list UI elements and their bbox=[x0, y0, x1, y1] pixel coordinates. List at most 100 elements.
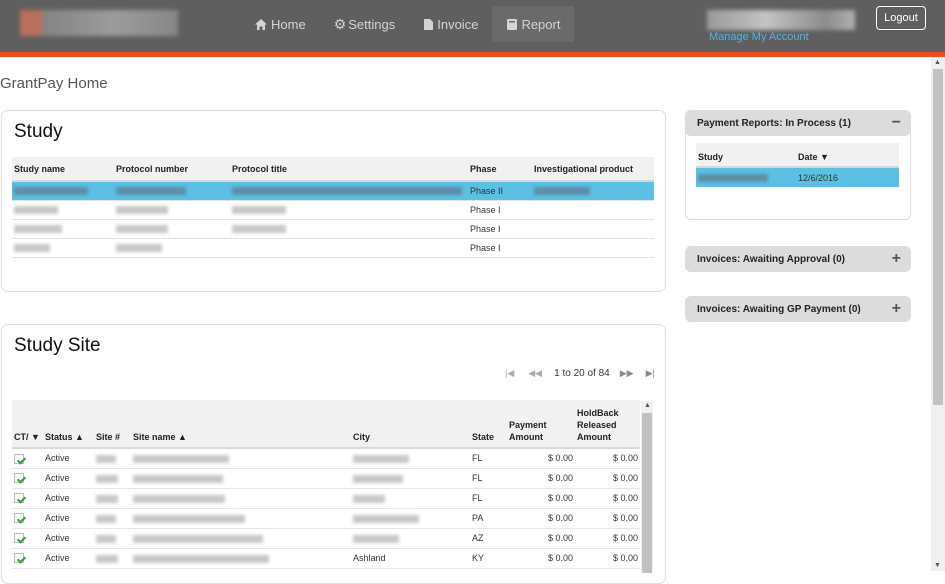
table-scrollbar-thumb[interactable] bbox=[642, 413, 652, 573]
state-cell: FL bbox=[472, 453, 483, 464]
checkmark-icon[interactable] bbox=[14, 553, 24, 564]
pager-text: 1 to 20 of 84 bbox=[554, 368, 610, 379]
city-cell: Ashland bbox=[353, 553, 386, 563]
home-icon bbox=[255, 18, 267, 30]
report-header-row: Study Date ▼ bbox=[696, 143, 899, 168]
scrollbar-thumb[interactable] bbox=[933, 69, 943, 405]
page-scrollbar[interactable]: ▲ ▼ bbox=[931, 57, 945, 571]
col-report-date[interactable]: Date ▼ bbox=[796, 143, 899, 168]
report-icon bbox=[507, 18, 518, 30]
holdback-cell: $ 0.00 bbox=[612, 533, 638, 543]
expand-icon[interactable]: + bbox=[892, 250, 901, 268]
table-row[interactable]: 12/6/2016 bbox=[696, 167, 899, 187]
payment-cell: $ 0.00 bbox=[547, 473, 573, 483]
document-icon bbox=[424, 18, 434, 30]
table-row[interactable]: Active AZ $ 0.00 $ 0.00 bbox=[12, 528, 640, 548]
site-header-row: CT/ ▼ Status ▲ Site # Site name ▲ City S… bbox=[12, 400, 640, 449]
brand-logo[interactable] bbox=[20, 10, 178, 36]
main-nav: Home ⚙ Settings Invoice Report bbox=[240, 6, 575, 42]
nav-report[interactable]: Report bbox=[492, 6, 575, 42]
status-cell: Active bbox=[45, 473, 70, 483]
phase-cell: Phase I bbox=[470, 204, 501, 215]
table-row[interactable]: Active FL $ 0.00 $ 0.00 bbox=[12, 468, 640, 488]
payment-cell: $ 0.00 bbox=[547, 493, 573, 503]
payment-cell: $ 0.00 bbox=[547, 513, 573, 523]
holdback-cell: $ 0.00 bbox=[612, 553, 638, 563]
checkmark-icon[interactable] bbox=[14, 453, 24, 464]
nav-settings-label: Settings bbox=[348, 16, 396, 32]
nav-report-label: Report bbox=[521, 16, 561, 32]
col-state[interactable]: State bbox=[470, 400, 507, 449]
nav-settings[interactable]: ⚙ Settings bbox=[320, 6, 410, 42]
holdback-cell: $ 0.00 bbox=[612, 453, 638, 464]
accent-bar bbox=[0, 52, 945, 57]
report-date-cell: 12/6/2016 bbox=[798, 172, 839, 183]
payment-reports-table: Study Date ▼ 12/6/2016 bbox=[696, 143, 899, 187]
table-row[interactable]: Active Ashland KY $ 0.00 $ 0.00 bbox=[12, 548, 640, 568]
status-cell: Active bbox=[45, 533, 70, 543]
status-cell: Active bbox=[45, 513, 70, 523]
col-study-name[interactable]: Study name bbox=[12, 157, 114, 182]
col-holdback-amount[interactable]: HoldBack Released Amount bbox=[575, 400, 640, 449]
table-row[interactable]: Phase I bbox=[12, 200, 654, 219]
payment-cell: $ 0.00 bbox=[547, 533, 573, 543]
scroll-up-icon[interactable]: ▲ bbox=[934, 59, 941, 66]
state-cell: PA bbox=[472, 513, 484, 523]
page-title: GrantPay Home bbox=[0, 75, 108, 92]
status-cell: Active bbox=[45, 453, 70, 464]
table-scroll-up-icon[interactable]: ▲ bbox=[644, 402, 651, 409]
checkmark-icon[interactable] bbox=[14, 513, 24, 524]
col-protocol-number[interactable]: Protocol number bbox=[114, 157, 230, 182]
payment-cell: $ 0.00 bbox=[547, 453, 573, 464]
next-page-icon[interactable]: ▶▶ bbox=[620, 368, 634, 379]
state-cell: FL bbox=[472, 493, 483, 503]
table-row[interactable]: Active FL $ 0.00 $ 0.00 bbox=[12, 448, 640, 468]
state-cell: AZ bbox=[472, 533, 484, 543]
user-name bbox=[707, 10, 855, 30]
checkmark-icon[interactable] bbox=[14, 473, 24, 484]
col-city[interactable]: City bbox=[351, 400, 470, 449]
payment-reports-header[interactable]: Payment Reports: In Process (1) − bbox=[685, 110, 911, 136]
pagination: |◀ ◀◀ 1 to 20 of 84 ▶▶ ▶| bbox=[505, 368, 655, 379]
col-phase[interactable]: Phase bbox=[468, 157, 532, 182]
awaiting-gp-header[interactable]: Invoices: Awaiting GP Payment (0) + bbox=[685, 296, 911, 322]
col-ct[interactable]: CT/ ▼ bbox=[12, 400, 43, 449]
checkmark-icon[interactable] bbox=[14, 493, 24, 504]
study-title: Study bbox=[14, 121, 63, 142]
col-report-study[interactable]: Study bbox=[696, 143, 796, 168]
table-row[interactable]: Phase I bbox=[12, 219, 654, 238]
table-row[interactable]: Active PA $ 0.00 $ 0.00 bbox=[12, 508, 640, 528]
nav-invoice[interactable]: Invoice bbox=[409, 6, 492, 42]
nav-invoice-label: Invoice bbox=[437, 16, 479, 32]
last-page-icon[interactable]: ▶| bbox=[646, 368, 655, 379]
logout-button[interactable]: Logout bbox=[876, 6, 926, 30]
first-page-icon[interactable]: |◀ bbox=[505, 368, 514, 379]
col-protocol-title[interactable]: Protocol title bbox=[230, 157, 468, 182]
col-site-name[interactable]: Site name ▲ bbox=[131, 400, 351, 449]
collapse-icon[interactable]: − bbox=[892, 114, 901, 132]
manage-account-link[interactable]: Manage My Account bbox=[709, 31, 809, 43]
table-row[interactable]: Active FL $ 0.00 $ 0.00 bbox=[12, 488, 640, 508]
phase-cell: Phase II bbox=[470, 185, 504, 196]
awaiting-approval-title: Invoices: Awaiting Approval (0) bbox=[697, 254, 845, 265]
col-investigational-product[interactable]: Investigational product bbox=[532, 157, 654, 182]
col-payment-amount[interactable]: Payment Amount bbox=[507, 400, 575, 449]
scroll-down-icon[interactable]: ▼ bbox=[934, 562, 941, 569]
checkmark-icon[interactable] bbox=[14, 533, 24, 544]
holdback-cell: $ 0.00 bbox=[612, 473, 638, 483]
nav-home[interactable]: Home bbox=[240, 6, 320, 42]
holdback-cell: $ 0.00 bbox=[612, 513, 638, 523]
table-row[interactable]: Phase I bbox=[12, 238, 654, 257]
table-scrollbar[interactable]: ▲ bbox=[641, 401, 653, 573]
table-row[interactable]: Phase II bbox=[12, 181, 654, 200]
state-cell: KY bbox=[472, 553, 485, 563]
prev-page-icon[interactable]: ◀◀ bbox=[528, 368, 542, 379]
awaiting-approval-header[interactable]: Invoices: Awaiting Approval (0) + bbox=[685, 246, 911, 272]
phase-cell: Phase I bbox=[470, 223, 501, 234]
expand-icon[interactable]: + bbox=[892, 300, 901, 318]
col-site-number[interactable]: Site # bbox=[94, 400, 131, 449]
col-status[interactable]: Status ▲ bbox=[43, 400, 94, 449]
top-navbar: Home ⚙ Settings Invoice Report Manage My… bbox=[0, 0, 945, 52]
holdback-cell: $ 0.00 bbox=[612, 493, 638, 503]
state-cell: FL bbox=[472, 473, 483, 483]
